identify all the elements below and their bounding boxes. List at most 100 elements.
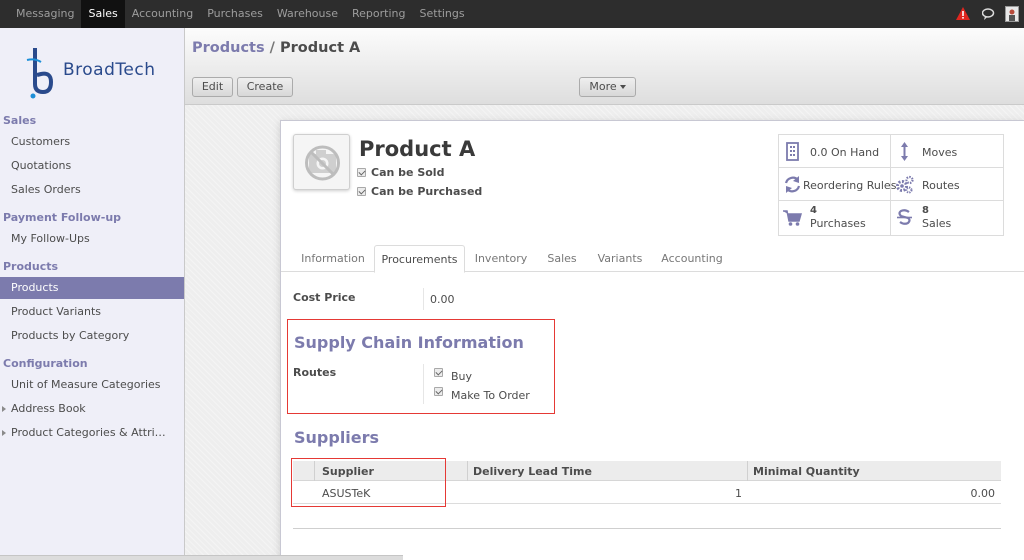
can-be-purchased-label: Can be Purchased [371, 185, 483, 198]
tab-sales[interactable]: Sales [537, 245, 587, 272]
field-divider [423, 288, 424, 310]
cell-lead-time: 1 [735, 487, 742, 500]
menu-accounting[interactable]: Accounting [125, 0, 200, 28]
product-image[interactable] [293, 134, 350, 190]
nav-section-configuration: Configuration [3, 357, 88, 370]
tab-inventory[interactable]: Inventory [470, 245, 532, 272]
shopping-cart-icon [783, 210, 802, 226]
building-icon [786, 142, 799, 161]
breadcrumb: Products / Product A [192, 40, 360, 56]
can-be-sold-checkbox[interactable] [357, 168, 366, 177]
supply-chain-title: Supply Chain Information [294, 333, 524, 352]
more-button-label: More [589, 80, 617, 93]
sidebar-item-customers[interactable]: Customers [0, 131, 184, 153]
on-hand-button[interactable]: 0.0 On Hand [779, 135, 891, 168]
menu-settings[interactable]: Settings [413, 0, 472, 28]
column-minimal-quantity[interactable]: Minimal Quantity [753, 465, 860, 478]
field-divider [423, 364, 424, 404]
can-be-purchased-checkbox[interactable] [357, 187, 366, 196]
alert-icon[interactable] [956, 7, 970, 20]
tab-variants[interactable]: Variants [591, 245, 649, 272]
user-avatar[interactable] [1005, 6, 1019, 22]
horizontal-scrollbar[interactable] [0, 555, 403, 560]
purchases-label: Purchases [810, 217, 866, 230]
route-buy-label: Buy [451, 370, 473, 383]
sidebar-item-quotations[interactable]: Quotations [0, 155, 184, 177]
menu-messaging[interactable]: Messaging [9, 0, 81, 28]
form-sheet: Product A Can be Sold Can be Purchased 0… [280, 120, 1024, 560]
more-button[interactable]: More [579, 77, 636, 97]
can-be-sold-label: Can be Sold [371, 166, 445, 179]
nav-section-sales: Sales [3, 114, 37, 127]
sidebar: BroadTech Sales Customers Quotations Sal… [0, 28, 185, 560]
menu-sales[interactable]: Sales [81, 0, 125, 28]
menu-reporting[interactable]: Reporting [345, 0, 412, 28]
suppliers-title: Suppliers [294, 428, 380, 447]
product-name: Product A [359, 137, 476, 161]
edit-button[interactable]: Edit [192, 77, 233, 97]
broadtech-logo-icon [26, 48, 54, 99]
sidebar-item-label: Address Book [11, 402, 86, 415]
sidebar-item-uom-categories[interactable]: Unit of Measure Categories [0, 374, 184, 396]
breadcrumb-current: Product A [280, 40, 361, 56]
column-divider [747, 461, 748, 481]
breadcrumb-products-link[interactable]: Products [192, 40, 265, 56]
nav-section-payment-follow-up: Payment Follow-up [3, 211, 122, 224]
content-area: Product A Can be Sold Can be Purchased 0… [185, 105, 1024, 560]
sales-count: 8 [922, 205, 929, 216]
routes-button[interactable]: Routes [891, 168, 1003, 201]
sidebar-item-sales-orders[interactable]: Sales Orders [0, 179, 184, 201]
expand-caret-icon [2, 406, 6, 412]
no-photo-camera-icon [305, 145, 340, 181]
route-mto-checkbox[interactable] [434, 387, 443, 396]
smart-buttons: 0.0 On Hand Moves Reordering Rules Route… [778, 134, 1004, 236]
refresh-icon [784, 176, 801, 193]
nav-section-products: Products [3, 260, 59, 273]
breadcrumb-separator: / [269, 40, 275, 56]
cell-min-qty: 0.00 [970, 487, 996, 500]
caret-down-icon [619, 85, 626, 89]
reordering-rules-label: Reordering Rules [803, 179, 897, 192]
cost-price-label: Cost Price [293, 291, 356, 304]
tab-procurements[interactable]: Procurements [374, 245, 465, 273]
moves-label: Moves [922, 146, 958, 159]
route-mto-label: Make To Order [451, 389, 530, 402]
top-menu: Messaging Sales Accounting Purchases War… [9, 0, 472, 28]
menu-warehouse[interactable]: Warehouse [270, 0, 345, 28]
routes-field-label: Routes [293, 366, 337, 379]
form-tabs: Information Procurements Inventory Sales… [281, 245, 1024, 273]
user-avatar-icon [1009, 9, 1015, 21]
table-footer-line [293, 528, 1001, 529]
sidebar-item-products-by-category[interactable]: Products by Category [0, 325, 184, 347]
tab-accounting[interactable]: Accounting [654, 245, 730, 272]
chat-icon[interactable] [982, 8, 996, 20]
sidebar-item-my-follow-ups[interactable]: My Follow-Ups [0, 228, 184, 250]
cost-price-value[interactable]: 0.00 [430, 293, 455, 306]
purchases-button[interactable]: 4 Purchases [779, 201, 891, 236]
tab-information[interactable]: Information [295, 245, 371, 272]
sidebar-item-label: Product Categories & Attri… [11, 426, 166, 439]
routes-label: Routes [922, 179, 960, 192]
column-divider [467, 461, 468, 481]
sales-label: Sales [922, 217, 952, 230]
moves-button[interactable]: Moves [891, 135, 1003, 168]
top-navbar: Messaging Sales Accounting Purchases War… [0, 0, 1024, 28]
highlight-box-supplier [291, 458, 446, 507]
route-buy-checkbox[interactable] [434, 368, 443, 377]
expand-caret-icon [2, 430, 6, 436]
column-delivery-lead-time[interactable]: Delivery Lead Time [473, 465, 592, 478]
arrows-vertical-icon [901, 142, 908, 161]
control-panel: Products / Product A Edit Create More [185, 28, 1024, 105]
reordering-rules-button[interactable]: Reordering Rules [779, 168, 896, 201]
sidebar-item-address-book[interactable]: Address Book [0, 398, 184, 420]
sidebar-item-product-variants[interactable]: Product Variants [0, 301, 184, 323]
sales-button[interactable]: 8 Sales [891, 201, 1003, 236]
brand-logo[interactable]: BroadTech [25, 44, 165, 104]
create-button[interactable]: Create [237, 77, 293, 97]
sidebar-item-product-categories[interactable]: Product Categories & Attri… [0, 422, 184, 444]
logo-text: BroadTech [63, 60, 156, 80]
sidebar-item-products[interactable]: Products [0, 277, 184, 299]
gears-icon [896, 175, 914, 194]
strikethrough-icon [897, 209, 912, 225]
menu-purchases[interactable]: Purchases [200, 0, 270, 28]
